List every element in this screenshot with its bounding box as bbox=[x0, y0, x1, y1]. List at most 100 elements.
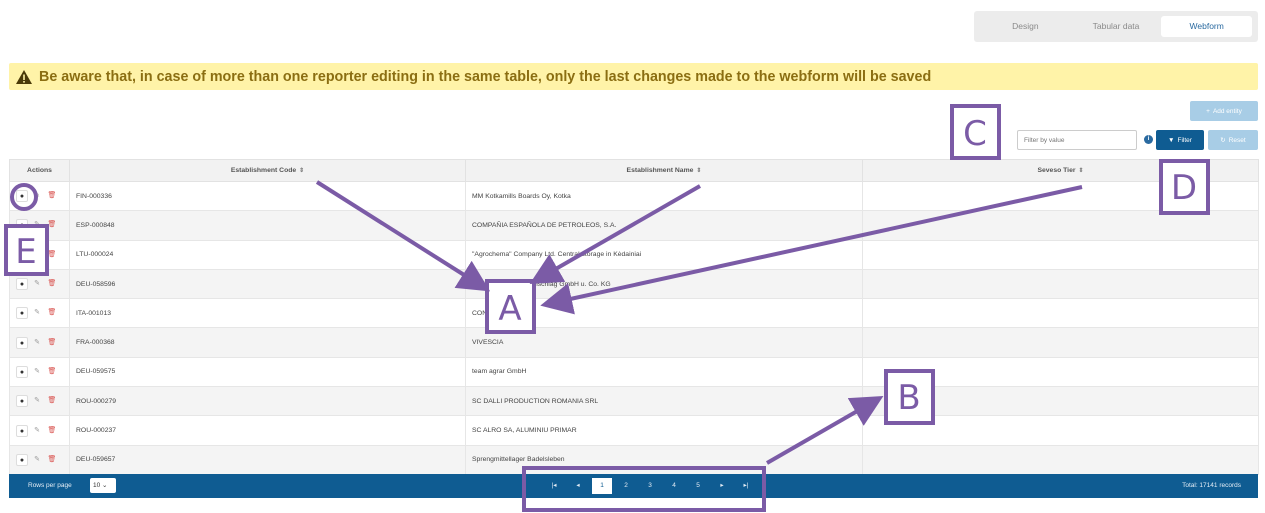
delete-icon[interactable]: 🗑 bbox=[46, 425, 58, 437]
page-number-button[interactable]: 4 bbox=[664, 478, 684, 494]
edit-icon[interactable]: ✎ bbox=[31, 219, 43, 231]
view-icon[interactable]: ● bbox=[16, 365, 28, 378]
cell-seveso-tier bbox=[862, 268, 1259, 300]
last-page-icon[interactable]: ▸| bbox=[736, 478, 756, 494]
filter-button[interactable]: ▼ Filter bbox=[1156, 130, 1204, 150]
header-establishment-name[interactable]: Establishment Name ⇕ bbox=[465, 159, 863, 182]
table-row: ● ✎ 🗑 DEU-059575 team agrar GmbH bbox=[9, 356, 1259, 388]
table-row: ● ✎ 🗑 FIN-000336 MM Kotkamills Boards Oy, Ko… bbox=[9, 180, 1259, 212]
tab-tabular-data[interactable]: Tabular data bbox=[1071, 16, 1162, 37]
cell-seveso-tier bbox=[862, 210, 1259, 241]
edit-icon[interactable]: ✎ bbox=[31, 366, 43, 378]
prev-page-icon[interactable]: ◂ bbox=[568, 478, 588, 494]
annotation-label-c: C bbox=[963, 114, 987, 154]
header-actions: Actions bbox=[9, 159, 70, 182]
edit-icon[interactable]: ✎ bbox=[31, 395, 43, 407]
cell-establishment-code: DEU-059657 bbox=[69, 444, 466, 475]
edit-icon[interactable]: ✎ bbox=[31, 307, 43, 319]
edit-icon[interactable]: ✎ bbox=[31, 278, 43, 290]
delete-icon[interactable]: 🗑 bbox=[46, 307, 58, 319]
cell-establishment-code: ITA-001013 bbox=[69, 298, 466, 329]
delete-icon[interactable]: 🗑 bbox=[46, 337, 58, 349]
reset-button[interactable]: ↻ Reset bbox=[1208, 130, 1258, 150]
add-entity-button[interactable]: + Add entity bbox=[1190, 101, 1258, 121]
delete-icon[interactable]: 🗑 bbox=[46, 454, 58, 466]
page-number-button[interactable]: 1 bbox=[592, 478, 612, 494]
edit-icon[interactable]: ✎ bbox=[31, 249, 43, 261]
view-icon[interactable]: ● bbox=[16, 307, 28, 320]
table-row: ● ✎ 🗑 ITA-001013 CONTARDI S.R.L. bbox=[9, 298, 1259, 329]
annotation-box-c bbox=[950, 104, 1001, 160]
total-records: Total: 17141 records bbox=[1182, 482, 1241, 489]
cell-seveso-tier bbox=[862, 415, 1259, 446]
row-actions: ● ✎ 🗑 bbox=[9, 386, 70, 417]
cell-establishment-name: Sprengmittellager Badelsleben bbox=[465, 444, 863, 475]
delete-icon[interactable]: 🗑 bbox=[46, 190, 58, 202]
view-icon[interactable]: ● bbox=[16, 190, 28, 203]
delete-icon[interactable]: 🗑 bbox=[46, 278, 58, 290]
row-actions: ● ✎ 🗑 bbox=[9, 444, 70, 475]
tab-design[interactable]: Design bbox=[980, 16, 1071, 37]
rows-per-page-select[interactable]: 10 ⌄ bbox=[90, 478, 116, 493]
sort-icon: ⇕ bbox=[1078, 168, 1084, 174]
delete-icon[interactable]: 🗑 bbox=[46, 395, 58, 407]
view-icon[interactable]: ● bbox=[16, 248, 28, 261]
view-icon[interactable]: ● bbox=[16, 219, 28, 232]
delete-icon[interactable]: 🗑 bbox=[46, 249, 58, 261]
delete-icon[interactable]: 🗑 bbox=[46, 219, 58, 231]
edit-icon[interactable]: ✎ bbox=[31, 425, 43, 437]
cell-establishment-code: ROU-000279 bbox=[69, 386, 466, 417]
sort-icon: ⇕ bbox=[696, 168, 702, 174]
cell-establishment-name: "Agrochema" Company Ltd. Central storage… bbox=[465, 239, 863, 270]
funnel-icon: ▼ bbox=[1168, 136, 1175, 144]
table-row: ● ✎ 🗑 DEU-059657 Sprengmittellager Badelsleb… bbox=[9, 444, 1259, 475]
delete-icon[interactable]: 🗑 bbox=[46, 366, 58, 378]
row-actions: ● ✎ 🗑 bbox=[9, 268, 70, 300]
warning-icon bbox=[16, 69, 32, 84]
view-icon[interactable]: ● bbox=[16, 424, 28, 437]
edit-icon[interactable]: ✎ bbox=[31, 337, 43, 349]
header-establishment-code[interactable]: Establishment Code ⇕ bbox=[69, 159, 466, 182]
view-icon[interactable]: ● bbox=[16, 395, 28, 408]
view-toggle: Design Tabular data Webform bbox=[974, 11, 1258, 42]
cell-establishment-name: MM Kotkamills Boards Oy, Kotka bbox=[465, 180, 863, 212]
first-page-icon[interactable]: |◂ bbox=[544, 478, 564, 494]
view-icon[interactable]: ● bbox=[16, 278, 28, 291]
edit-icon[interactable]: ✎ bbox=[31, 190, 43, 202]
tab-webform[interactable]: Webform bbox=[1161, 16, 1253, 37]
row-actions: ● ✎ 🗑 bbox=[9, 180, 70, 212]
view-icon[interactable]: ● bbox=[16, 453, 28, 466]
page-nav: |◂ ◂ 12345 ▸ ▸| bbox=[544, 478, 760, 494]
row-actions: ● ✎ 🗑 bbox=[9, 239, 70, 270]
table-row: ● ✎ 🗑 DEU-058596 Logistik Spedition Umschlag… bbox=[9, 268, 1259, 300]
filter-label: Filter bbox=[1177, 136, 1192, 144]
info-icon[interactable]: i bbox=[1144, 135, 1153, 144]
rows-per-page-label: Rows per page bbox=[28, 482, 72, 489]
row-actions: ● ✎ 🗑 bbox=[9, 356, 70, 388]
page-number-button[interactable]: 2 bbox=[616, 478, 636, 494]
table-row: ● ✎ 🗑 LTU-000024 "Agrochema" Company Ltd. Ce… bbox=[9, 239, 1259, 270]
cell-establishment-name: CONTARDI S.R.L. bbox=[465, 298, 863, 329]
page-number-button[interactable]: 5 bbox=[688, 478, 708, 494]
filter-input[interactable] bbox=[1017, 130, 1137, 150]
next-page-icon[interactable]: ▸ bbox=[712, 478, 732, 494]
page-number-button[interactable]: 3 bbox=[640, 478, 660, 494]
cell-seveso-tier bbox=[862, 356, 1259, 388]
cell-seveso-tier bbox=[862, 180, 1259, 212]
cell-establishment-code: ROU-000237 bbox=[69, 415, 466, 446]
cell-establishment-code: FRA-000368 bbox=[69, 327, 466, 358]
table-header-row: Actions Establishment Code ⇕ Establishmen… bbox=[9, 159, 1259, 182]
data-table: Actions Establishment Code ⇕ Establishmen… bbox=[9, 159, 1259, 475]
warning-banner: Be aware that, in case of more than one … bbox=[9, 63, 1258, 90]
row-actions: ● ✎ 🗑 bbox=[9, 327, 70, 358]
refresh-icon: ↻ bbox=[1220, 137, 1226, 144]
cell-establishment-code: DEU-059575 bbox=[69, 356, 466, 388]
cell-establishment-name: SC DALLI PRODUCTION ROMANIA SRL bbox=[465, 386, 863, 417]
view-icon[interactable]: ● bbox=[16, 336, 28, 349]
cell-seveso-tier bbox=[862, 386, 1259, 417]
table-row: ● ✎ 🗑 ESP-000848 COMPAÑIA ESPAÑOLA DE PETROL… bbox=[9, 210, 1259, 241]
cell-establishment-code: ESP-000848 bbox=[69, 210, 466, 241]
header-seveso-tier[interactable]: Seveso Tier ⇕ bbox=[862, 159, 1259, 182]
cell-establishment-name: VIVESCIA bbox=[465, 327, 863, 358]
edit-icon[interactable]: ✎ bbox=[31, 454, 43, 466]
